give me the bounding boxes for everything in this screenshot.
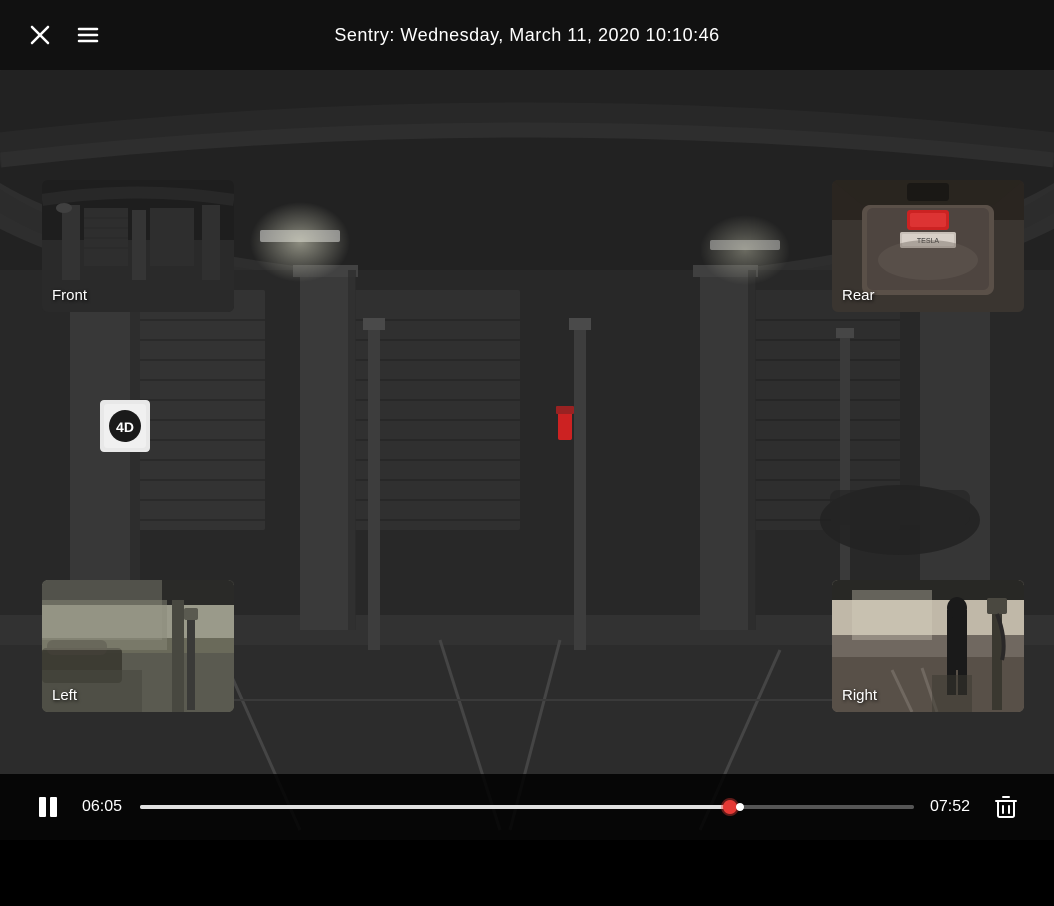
play-pause-button[interactable] — [30, 789, 66, 825]
svg-text:4D: 4D — [116, 419, 134, 435]
total-time: 07:52 — [930, 798, 972, 816]
progress-fill — [140, 805, 736, 809]
controls-bar: 06:05 07:52 — [0, 774, 1054, 840]
rear-camera-label: Rear — [842, 287, 875, 304]
progress-handle-dot — [736, 803, 744, 811]
topbar: Sentry: Wednesday, March 11, 2020 10:10:… — [0, 0, 1054, 70]
menu-icon — [76, 23, 100, 47]
video-title: Sentry: Wednesday, March 11, 2020 10:10:… — [334, 25, 719, 46]
progress-bar[interactable] — [140, 805, 914, 809]
close-button[interactable] — [24, 19, 56, 51]
current-time: 06:05 — [82, 798, 124, 816]
left-camera-overlay[interactable]: Left — [42, 580, 234, 712]
menu-button[interactable] — [72, 19, 104, 51]
pause-icon — [34, 793, 62, 821]
left-camera-label: Left — [52, 687, 77, 704]
rear-camera-overlay[interactable]: TESLA Rear — [832, 180, 1024, 312]
delete-button[interactable] — [988, 789, 1024, 825]
progress-handle[interactable] — [723, 800, 737, 814]
front-camera-label: Front — [52, 287, 87, 304]
right-camera-label: Right — [842, 687, 877, 704]
close-icon — [28, 23, 52, 47]
front-camera-overlay[interactable]: Front — [42, 180, 234, 312]
right-camera-overlay[interactable]: Right — [832, 580, 1024, 712]
trash-icon — [992, 793, 1020, 821]
video-area: 4D F — [0, 70, 1054, 840]
